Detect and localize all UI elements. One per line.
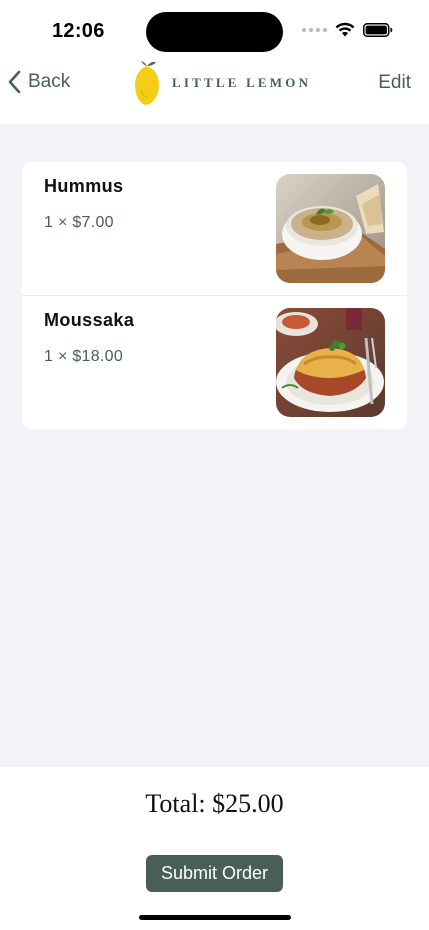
item-quantity-price: 1 × $7.00 <box>44 214 114 231</box>
edit-button[interactable]: Edit <box>378 72 411 94</box>
chevron-left-icon <box>8 70 21 94</box>
order-footer: Total: $25.00 Submit Order <box>0 767 429 930</box>
order-content: Hummus 1 × $7.00 Moussaka 1 × $18.00 <box>0 124 429 767</box>
little-lemon-logo: LITTLE LEMON <box>132 60 311 106</box>
dynamic-island <box>146 12 283 52</box>
wifi-icon <box>335 22 355 37</box>
order-total: Total: $25.00 <box>145 789 284 818</box>
lemon-icon <box>135 61 159 105</box>
submit-order-button[interactable]: Submit Order <box>146 855 283 892</box>
item-name: Moussaka <box>44 310 135 330</box>
status-icons <box>302 22 393 37</box>
navigation-bar: Back LITTLE LEMON Edit <box>0 60 429 124</box>
item-name: Hummus <box>44 176 124 196</box>
logo-text: LITTLE LEMON <box>172 75 312 90</box>
order-items-list: Hummus 1 × $7.00 Moussaka 1 × $18.00 <box>22 162 407 429</box>
list-item[interactable]: Hummus 1 × $7.00 <box>22 162 407 295</box>
moussaka-photo <box>276 308 385 417</box>
cellular-signal-icon <box>302 27 327 32</box>
hummus-photo <box>276 174 385 283</box>
battery-icon <box>363 22 393 37</box>
status-bar: 12:06 <box>0 0 429 60</box>
back-button[interactable]: Back <box>8 70 70 94</box>
item-quantity-price: 1 × $18.00 <box>44 348 124 365</box>
status-time: 12:06 <box>52 20 105 42</box>
list-item[interactable]: Moussaka 1 × $18.00 <box>22 295 407 428</box>
back-label: Back <box>28 71 71 92</box>
home-indicator[interactable] <box>139 915 291 920</box>
